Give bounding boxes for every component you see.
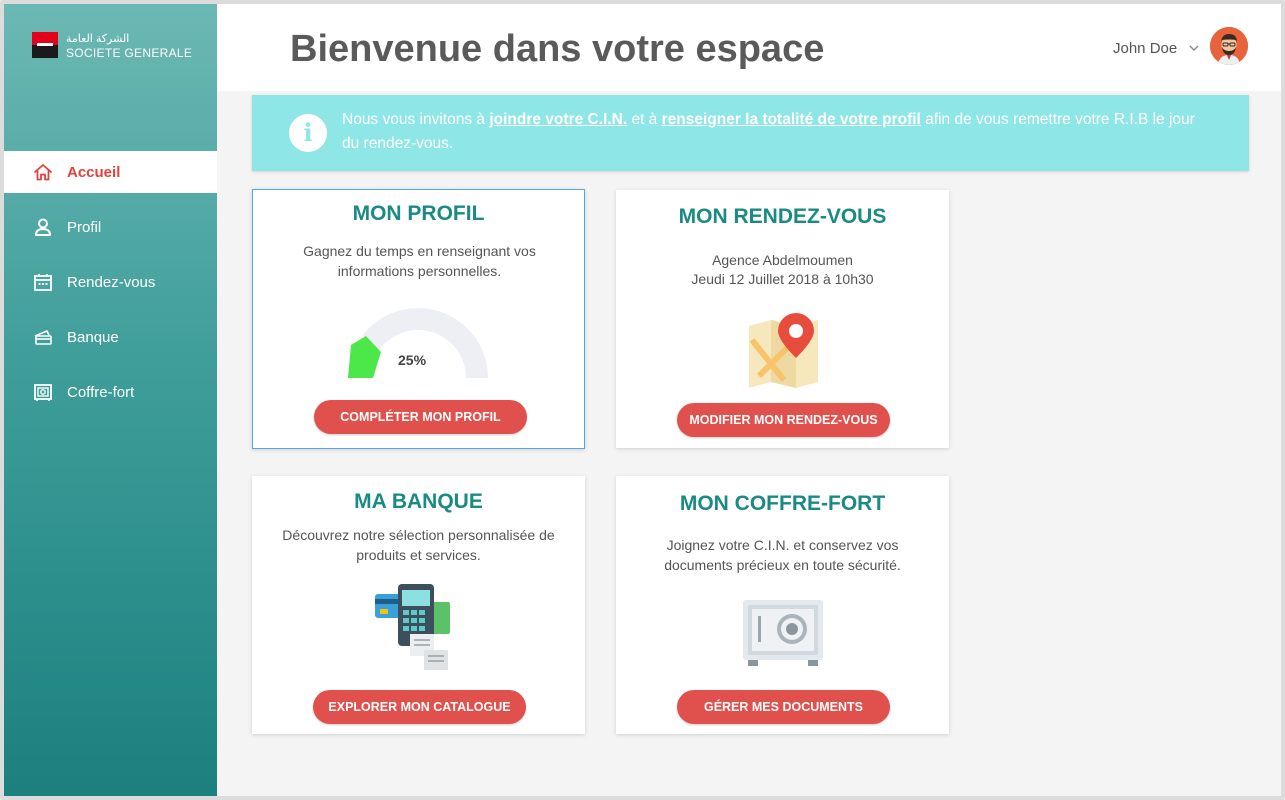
societe-generale-logo[interactable]: الشركة العامة SOCIETE GENERALE xyxy=(32,32,202,62)
profile-progress-label: 25% xyxy=(398,352,427,368)
manage-documents-button[interactable]: GÉRER MES DOCUMENTS xyxy=(677,690,890,724)
banner-text-part: et à xyxy=(627,111,662,128)
complete-profile-link[interactable]: renseigner la totalité de votre profil xyxy=(662,111,921,128)
sidebar-nav: Accueil Profil Rendez-vous Banque Coffre… xyxy=(4,151,217,426)
card-title: MON COFFRE-FORT xyxy=(679,492,886,515)
sidebar-item-label: Coffre-fort xyxy=(67,383,135,401)
card-description: Découvrez notre sélection personnalisée … xyxy=(282,527,555,563)
card-title: MON RENDEZ-VOUS xyxy=(678,205,887,228)
appointment-card[interactable]: MON RENDEZ-VOUS Agence Abdelmoumen Jeudi… xyxy=(616,190,949,448)
page-title: Bienvenue dans votre espace xyxy=(290,28,825,70)
info-icon: i xyxy=(289,114,327,152)
sidebar-item-label: Profil xyxy=(67,218,102,236)
logo-arabic-text: الشركة العامة xyxy=(66,33,130,45)
vault-card[interactable]: MON COFFRE-FORT Joignez votre C.I.N. et … xyxy=(616,476,949,734)
sidebar-item-label: Accueil xyxy=(67,163,121,181)
card-description: Joignez votre C.I.N. et conservez vos do… xyxy=(664,537,901,573)
modify-appointment-button[interactable]: MODIFIER MON RENDEZ-VOUS xyxy=(677,403,890,437)
user-icon xyxy=(32,216,54,238)
profile-progress-gauge xyxy=(348,308,488,378)
explore-catalog-button[interactable]: EXPLORER MON CATALOGUE xyxy=(313,690,526,724)
banner-text: Nous vous invitons à joindre votre C.I.N… xyxy=(342,108,1202,156)
map-pin-icon xyxy=(749,313,818,388)
payment-terminal-icon xyxy=(375,584,450,670)
appointment-agency: Agence Abdelmoumen xyxy=(712,252,853,268)
profile-card[interactable]: MON PROFIL Gagnez du temps en renseignan… xyxy=(252,189,585,449)
info-banner: i Nous vous invitons à joindre votre C.I… xyxy=(252,95,1249,171)
sidebar-item-accueil[interactable]: Accueil xyxy=(4,151,217,193)
card-title: MON PROFIL xyxy=(352,202,485,225)
sidebar-item-coffre-fort[interactable]: Coffre-fort xyxy=(4,371,217,413)
appointment-date: Jeudi 12 Juillet 2018 à 10h30 xyxy=(691,271,874,287)
safe-icon xyxy=(32,381,54,403)
logo-mark xyxy=(32,32,58,58)
top-header: Bienvenue dans votre espace John Doe xyxy=(217,4,1281,91)
safe-illustration-icon xyxy=(743,600,823,666)
bank-card[interactable]: MA BANQUE Découvrez notre sélection pers… xyxy=(252,476,585,734)
sidebar: الشركة العامة SOCIETE GENERALE Accueil P… xyxy=(4,4,217,796)
sidebar-item-profil[interactable]: Profil xyxy=(4,206,217,248)
card-description: Gagnez du temps en renseignant vos infor… xyxy=(303,243,536,279)
card-title: MA BANQUE xyxy=(354,490,483,513)
sidebar-item-label: Banque xyxy=(67,328,119,346)
app-window: الشركة العامة SOCIETE GENERALE Accueil P… xyxy=(0,0,1285,800)
logo-name-text: SOCIETE GENERALE xyxy=(66,46,193,60)
sidebar-item-label: Rendez-vous xyxy=(67,273,156,291)
banner-text-part: Nous vous invitons à xyxy=(342,111,490,128)
chevron-down-icon[interactable] xyxy=(1187,41,1201,55)
sidebar-item-rendez-vous[interactable]: Rendez-vous xyxy=(4,261,217,303)
calendar-icon xyxy=(32,271,54,293)
join-cin-link[interactable]: joindre votre C.I.N. xyxy=(489,111,627,128)
user-name[interactable]: John Doe xyxy=(1113,40,1177,57)
sidebar-item-banque[interactable]: Banque xyxy=(4,316,217,358)
home-icon xyxy=(32,161,54,183)
bank-cards-icon xyxy=(32,326,54,348)
complete-profile-button[interactable]: COMPLÉTER MON PROFIL xyxy=(314,400,527,434)
avatar[interactable] xyxy=(1210,27,1248,65)
